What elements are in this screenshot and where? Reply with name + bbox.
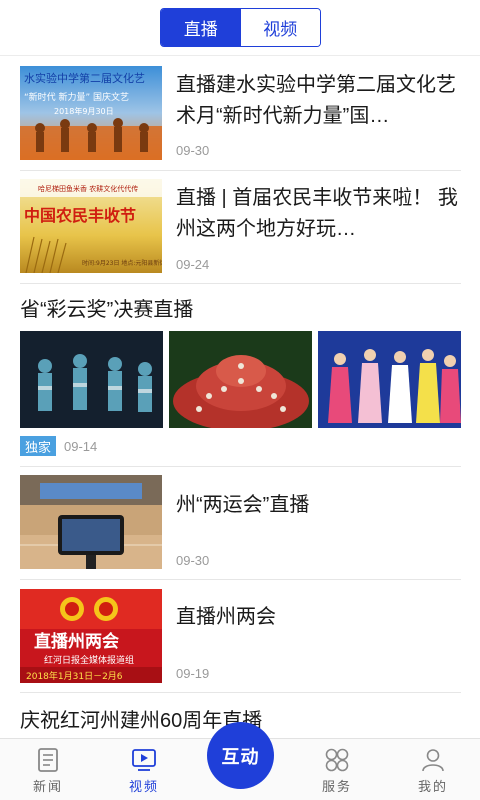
thumb-subcaption: “新时代 新力量” 国庆文艺 <box>24 91 129 103</box>
nav-mine[interactable]: 我的 <box>398 739 468 800</box>
thumbnail-image <box>20 475 162 569</box>
thumb-main-text: 直播州两会 <box>34 631 119 652</box>
nav-news-label: 新闻 <box>32 779 63 794</box>
exclusive-badge: 独家 <box>20 436 56 456</box>
bottom-nav: 新闻 视频 互动 服务 我的 <box>0 722 480 800</box>
interact-button[interactable]: 互动 <box>207 722 274 789</box>
live-video-segmented-control: 直播 视频 <box>160 8 321 47</box>
thumbnail-image: 直播州两会 红河日报全媒体报道组 2018年1月31日－2月6 <box>20 589 162 683</box>
list-item[interactable]: 直播州两会 红河日报全媒体报道组 2018年1月31日－2月6 直播州两会 09… <box>20 580 461 693</box>
item-title: 直播州两会 <box>176 606 276 628</box>
item-title: 州“两运会”直播 <box>176 494 310 516</box>
thumbnail-image: 哈尼梯田鱼米香 农耕文化代代传 中国农民丰收节 时间:9月23日 地点:元阳县新… <box>20 179 162 273</box>
nav-service[interactable]: 服务 <box>302 739 372 800</box>
interact-button-label: 互动 <box>221 746 260 767</box>
thumbnail-image: 水实验中学第二届文化艺 “新时代 新力量” 国庆文艺 2018年9月30日 <box>20 66 162 160</box>
item-date: 09-24 <box>176 257 210 272</box>
item-date: 09-14 <box>64 439 98 454</box>
thumb-main-text: 中国农民丰收节 <box>24 206 136 225</box>
item-title: 直播建水实验中学第二届文化艺术月“新时代新力量”国… <box>176 74 456 127</box>
item-title: 直播 | 首届农民丰收节来啦！ 我州这两个地方好玩… <box>176 187 458 240</box>
nav-video-label: 视频 <box>128 779 159 794</box>
item-date: 09-30 <box>176 143 210 158</box>
video-play-icon <box>132 749 156 771</box>
item-date: 09-19 <box>176 666 210 681</box>
thumb-date: 2018年9月30日 <box>54 106 114 116</box>
performance-photo-2 <box>169 331 312 428</box>
nav-video[interactable]: 视频 <box>109 739 179 800</box>
newspaper-icon <box>38 748 58 772</box>
live-feed: 水实验中学第二届文化艺 “新时代 新力量” 国庆文艺 2018年9月30日 直播… <box>0 56 480 738</box>
thumb-info: 时间:9月23日 地点:元阳县新街镇 <box>82 259 162 267</box>
performance-photo-3 <box>318 331 461 428</box>
list-item[interactable]: 水实验中学第二届文化艺 “新时代 新力量” 国庆文艺 2018年9月30日 直播… <box>20 56 461 171</box>
image-strip[interactable] <box>20 331 461 428</box>
thumb-caption: 水实验中学第二届文化艺 <box>24 71 145 85</box>
top-bar: 直播 视频 <box>0 0 480 56</box>
item-date: 09-30 <box>176 553 210 568</box>
tab-live[interactable]: 直播 <box>161 9 241 46</box>
tab-video[interactable]: 视频 <box>240 9 320 46</box>
person-icon <box>422 749 444 772</box>
nav-news[interactable]: 新闻 <box>13 739 83 800</box>
performance-photo-1 <box>20 331 163 428</box>
section-title[interactable]: 省“彩云奖”决赛直播 <box>20 293 193 322</box>
nav-mine-label: 我的 <box>417 779 448 794</box>
thumb-date: 2018年1月31日－2月6 <box>26 670 123 682</box>
nav-service-label: 服务 <box>321 779 352 794</box>
list-item[interactable]: 州“两运会”直播 09-30 <box>20 466 461 580</box>
grid-circles-icon <box>325 748 349 772</box>
thumb-subcaption: 红河日报全媒体报道组 <box>44 654 134 666</box>
thumb-topline: 哈尼梯田鱼米香 农耕文化代代传 <box>38 184 138 193</box>
list-item[interactable]: 哈尼梯田鱼米香 农耕文化代代传 中国农民丰收节 时间:9月23日 地点:元阳县新… <box>20 171 461 284</box>
